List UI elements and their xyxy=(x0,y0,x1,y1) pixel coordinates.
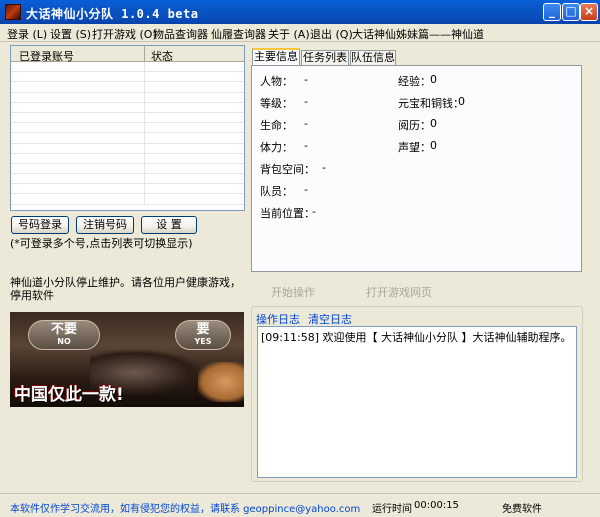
status-bar: 本软件仅作学习交流用，如有侵犯您的权益，请联系 geoppince@yahoo.… xyxy=(0,493,600,517)
log-title-link[interactable]: 操作日志 xyxy=(256,313,300,326)
hp-label: 生命： xyxy=(260,119,293,132)
table-row[interactable] xyxy=(11,102,244,113)
close-button[interactable]: × xyxy=(580,3,598,21)
position-value: - xyxy=(312,205,316,218)
character-label: 人物： xyxy=(260,75,293,88)
log-legend: 操作日志 清空日志 xyxy=(256,311,352,327)
table-row[interactable] xyxy=(11,174,244,185)
open-game-web-button[interactable]: 打开游戏网页 xyxy=(366,284,432,300)
level-value: - xyxy=(304,95,308,108)
ad-hand-image xyxy=(198,362,244,402)
money-value: 0 xyxy=(458,95,465,108)
tab-team-info[interactable]: 队伍信息 xyxy=(350,50,396,65)
tab-task-list[interactable]: 任务列表 xyxy=(301,50,349,65)
ad-banner[interactable]: 不要 NO 要 YES 中国仅此一款! xyxy=(10,312,244,407)
settings-button[interactable]: 设 置 xyxy=(141,216,197,234)
table-row[interactable] xyxy=(11,133,244,144)
table-row[interactable] xyxy=(11,143,244,154)
tab-main-info[interactable]: 主要信息 xyxy=(252,48,300,66)
ad-yes-button[interactable]: 要 YES xyxy=(175,320,231,350)
ad-slogan: 中国仅此一款! xyxy=(14,385,124,405)
stamina-label: 体力： xyxy=(260,141,293,154)
table-row[interactable] xyxy=(11,72,244,83)
experience-value: 0 xyxy=(430,117,437,130)
account-list-header: 已登录账号 状态 xyxy=(11,46,244,63)
account-list[interactable]: 已登录账号 状态 xyxy=(10,45,245,211)
table-row[interactable] xyxy=(11,123,244,134)
menu-open-game[interactable]: 打开游戏 (O) xyxy=(92,26,157,42)
account-hint: (*可登录多个号,点击列表可切换显示) xyxy=(10,237,193,250)
position-label: 当前位置： xyxy=(260,207,315,220)
start-operation-button[interactable]: 开始操作 xyxy=(271,284,315,300)
menu-exit[interactable]: 退出 (Q) xyxy=(310,26,353,42)
menu-bar: 登录 (L) 设置 (S) 打开游戏 (O) 物品查询器 仙履查询器 关于 (A… xyxy=(0,24,600,42)
log-textbox[interactable]: [09:11:58] 欢迎使用【 大话神仙小分队 】大话神仙辅助程序。 xyxy=(257,326,577,478)
table-row[interactable] xyxy=(11,184,244,195)
experience-label: 阅历： xyxy=(398,119,431,132)
level-label: 等级： xyxy=(260,97,293,110)
table-row[interactable] xyxy=(11,82,244,93)
menu-sister-game[interactable]: 大话神仙姊妹篇——神仙道 xyxy=(352,26,484,42)
exp-value: 0 xyxy=(430,73,437,86)
stamina-value: - xyxy=(304,139,308,152)
runtime-value: 00:00:15 xyxy=(414,500,459,511)
menu-settings[interactable]: 设置 (S) xyxy=(50,26,91,42)
login-button[interactable]: 号码登录 xyxy=(11,216,69,234)
table-row[interactable] xyxy=(11,62,244,73)
table-row[interactable] xyxy=(11,153,244,164)
menu-fairy-query[interactable]: 仙履查询器 xyxy=(211,26,266,42)
hp-value: - xyxy=(304,117,308,130)
exp-label: 经验： xyxy=(398,75,431,88)
table-row[interactable] xyxy=(11,163,244,175)
team-label: 队员： xyxy=(260,185,293,198)
table-row[interactable] xyxy=(11,112,244,124)
disclaimer-text: 本软件仅作学习交流用，如有侵犯您的权益，请联系 geoppince@yahoo.… xyxy=(10,504,361,515)
minimize-button[interactable]: _ xyxy=(543,3,561,21)
title-bar: 大话神仙小分队 1.0.4 beta _ □ × xyxy=(0,0,600,24)
menu-about[interactable]: 关于 (A) xyxy=(268,26,310,42)
money-label: 元宝和铜钱： xyxy=(398,97,464,110)
team-value: - xyxy=(304,183,308,196)
fame-label: 声望： xyxy=(398,141,431,154)
fame-value: 0 xyxy=(430,139,437,152)
notice-text: 神仙道小分队停止维护。请各位用户健康游戏，停用软件 xyxy=(10,276,241,302)
log-entry: [09:11:58] 欢迎使用【 大话神仙小分队 】大话神仙辅助程序。 xyxy=(261,331,572,344)
maximize-button[interactable]: □ xyxy=(562,3,580,21)
window-title: 大话神仙小分队 1.0.4 beta xyxy=(26,7,199,21)
menu-login[interactable]: 登录 (L) xyxy=(7,26,47,42)
app-icon xyxy=(5,4,21,20)
runtime-label: 运行时间 xyxy=(372,504,412,515)
table-row[interactable] xyxy=(11,92,244,103)
bag-label: 背包空间： xyxy=(260,163,315,176)
logout-button[interactable]: 注销号码 xyxy=(76,216,134,234)
ad-no-button[interactable]: 不要 NO xyxy=(28,320,100,350)
clear-log-link[interactable]: 清空日志 xyxy=(308,313,352,326)
bag-value: - xyxy=(322,161,326,174)
table-row[interactable] xyxy=(11,194,244,205)
character-value: - xyxy=(304,73,308,86)
free-software-text: 免费软件 xyxy=(502,504,542,515)
menu-item-query[interactable]: 物品查询器 xyxy=(153,26,208,42)
